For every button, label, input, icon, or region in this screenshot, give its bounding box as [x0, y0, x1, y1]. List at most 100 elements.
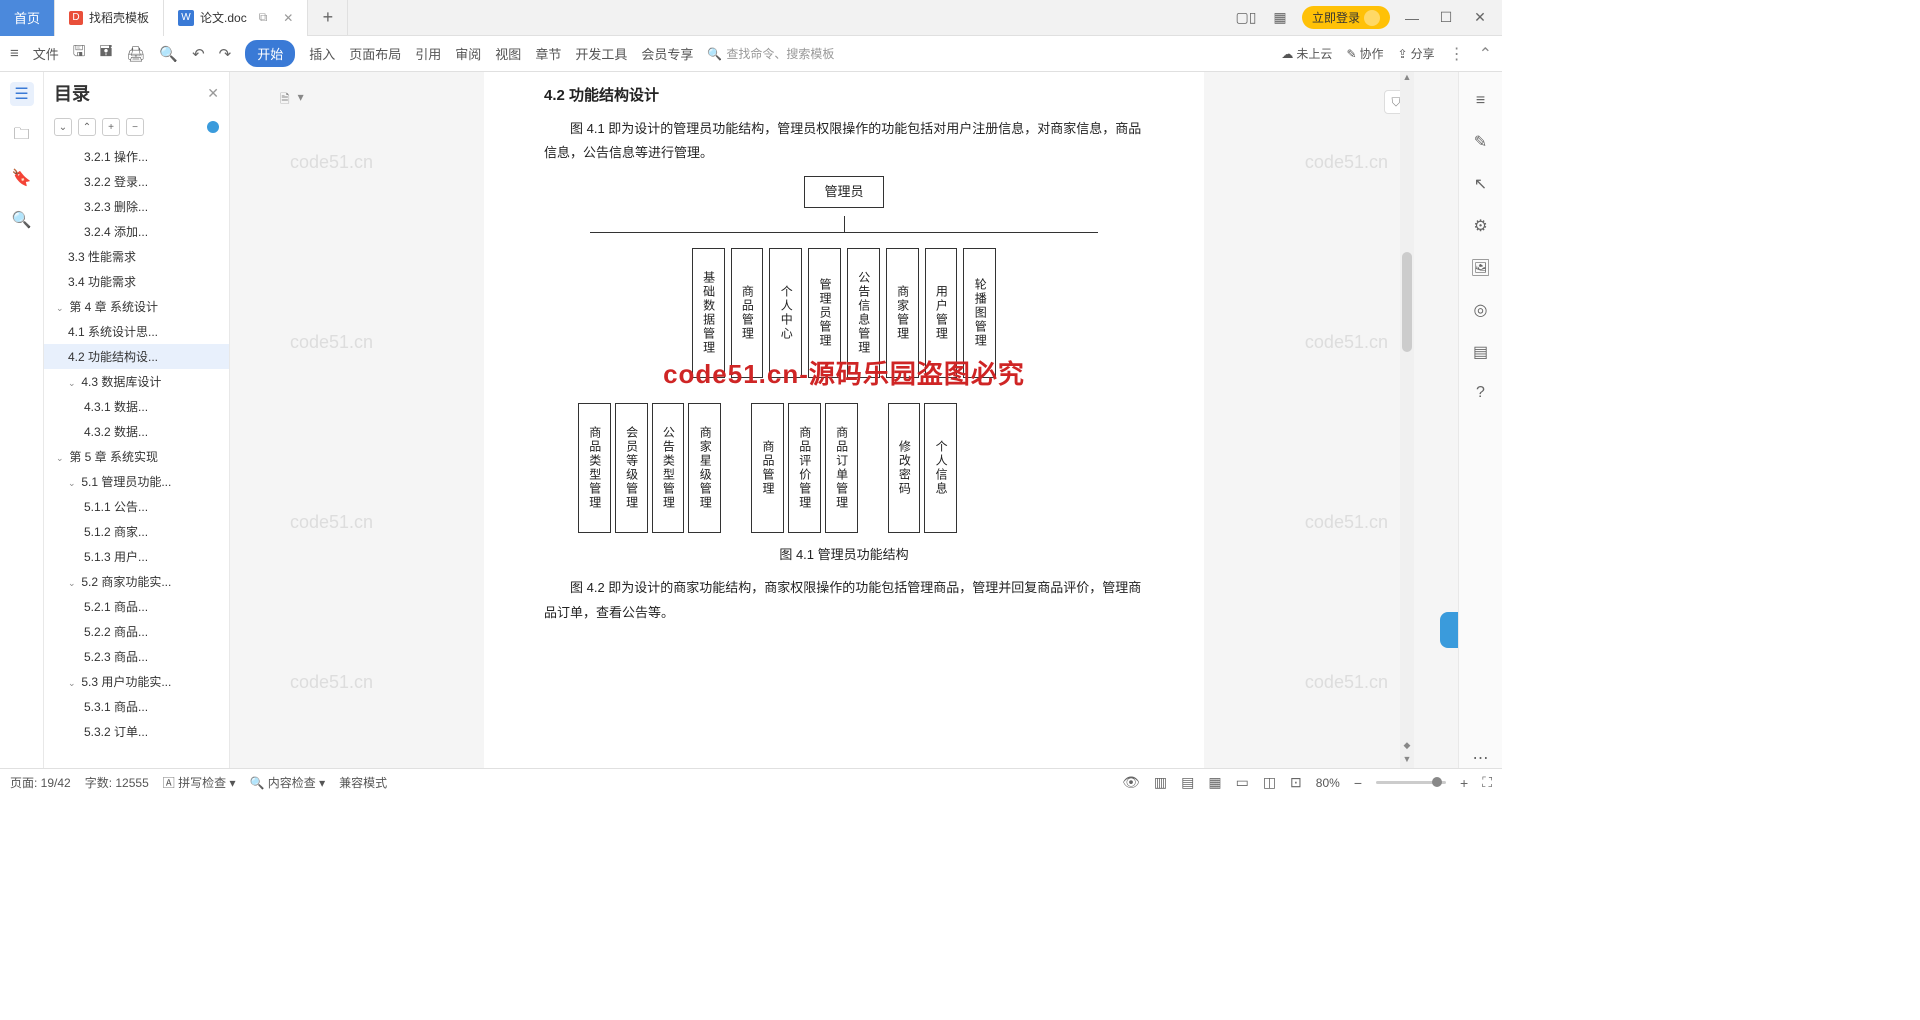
- outline-list[interactable]: 3.2.1 操作...3.2.2 登录...3.2.3 删除...3.2.4 添…: [44, 144, 229, 768]
- level-plus-icon[interactable]: +: [102, 118, 120, 136]
- outline-rail-icon[interactable]: ☰: [10, 82, 34, 106]
- outline-item[interactable]: ⌄ 第 5 章 系统实现: [44, 444, 229, 469]
- scrollbar-thumb[interactable]: [1402, 252, 1412, 352]
- outline-item[interactable]: ⌄ 5.3 用户功能实...: [44, 669, 229, 694]
- redo-icon[interactable]: ↷: [219, 45, 232, 63]
- outline-item[interactable]: ⌄ 4.3 数据库设计: [44, 369, 229, 394]
- search-rail-icon[interactable]: 🔍: [10, 208, 34, 232]
- hamburger-icon[interactable]: ≡: [10, 45, 19, 62]
- outline-close-icon[interactable]: ✕: [207, 85, 219, 102]
- scroll-down-icon[interactable]: ▼: [1400, 754, 1414, 768]
- scroll-mark-icon[interactable]: ◆: [1400, 740, 1414, 754]
- compass-icon[interactable]: ◎: [1474, 300, 1488, 320]
- split-icon[interactable]: ◫: [1263, 774, 1276, 791]
- help-icon[interactable]: ?: [1476, 384, 1485, 402]
- undo-icon[interactable]: ↶: [192, 45, 205, 63]
- outline-item[interactable]: 3.4 功能需求: [44, 269, 229, 294]
- print-icon[interactable]: 🖨: [126, 45, 145, 63]
- outline-item[interactable]: 4.1 系统设计思...: [44, 319, 229, 344]
- image-tool-icon[interactable]: 🖼: [1470, 258, 1490, 278]
- menu-chapter[interactable]: 章节: [535, 44, 561, 63]
- cursor-icon[interactable]: ↖: [1474, 174, 1487, 194]
- save-icon[interactable]: 🖫: [73, 41, 86, 66]
- tab-document[interactable]: W 论文.doc ⧉ ✕: [164, 0, 308, 36]
- view-outline-icon[interactable]: ▦: [1208, 774, 1221, 791]
- fullscreen-icon[interactable]: ⛶: [1482, 774, 1492, 791]
- apps-icon[interactable]: ▦: [1268, 6, 1292, 30]
- menu-review[interactable]: 审阅: [455, 44, 481, 63]
- bookmark-rail-icon[interactable]: 🔖: [10, 166, 34, 190]
- menu-toggle-icon[interactable]: ≡: [1476, 92, 1485, 110]
- close-icon[interactable]: ✕: [283, 11, 293, 25]
- tab-templates[interactable]: D找稻壳模板: [55, 0, 164, 36]
- layout-icon[interactable]: ▢▯: [1234, 6, 1258, 30]
- outline-item[interactable]: 3.2.2 登录...: [44, 169, 229, 194]
- outline-item[interactable]: 3.3 性能需求: [44, 244, 229, 269]
- menu-layout[interactable]: 页面布局: [349, 44, 401, 63]
- zoom-level[interactable]: 80%: [1316, 776, 1340, 790]
- outline-item[interactable]: 5.2.3 商品...: [44, 644, 229, 669]
- outline-item[interactable]: ⌄ 第 4 章 系统设计: [44, 294, 229, 319]
- outline-item[interactable]: 3.2.3 删除...: [44, 194, 229, 219]
- collapse-ribbon-icon[interactable]: ⌃: [1479, 44, 1492, 64]
- saveas-icon[interactable]: 🖬: [100, 41, 113, 66]
- zoom-slider[interactable]: [1376, 781, 1446, 784]
- zoom-out-icon[interactable]: −: [1354, 775, 1362, 791]
- outline-item[interactable]: 5.1.2 商家...: [44, 519, 229, 544]
- share-button[interactable]: ⇪ 分享: [1398, 45, 1435, 62]
- outline-item[interactable]: 5.2.1 商品...: [44, 594, 229, 619]
- zoom-fit-icon[interactable]: ⊡: [1290, 774, 1302, 791]
- content-check-button[interactable]: 🔍 内容检查 ▾: [249, 774, 325, 791]
- outline-item[interactable]: 5.3.1 商品...: [44, 694, 229, 719]
- word-count[interactable]: 字数: 12555: [85, 774, 149, 791]
- menu-view[interactable]: 视图: [495, 44, 521, 63]
- detach-icon[interactable]: ⧉: [259, 10, 268, 25]
- view-print-icon[interactable]: ▥: [1154, 774, 1167, 791]
- menu-vip[interactable]: 会员专享: [641, 44, 693, 63]
- menu-start[interactable]: 开始: [245, 40, 295, 67]
- book-icon[interactable]: ▤: [1473, 342, 1488, 362]
- outline-item[interactable]: 4.3.2 数据...: [44, 419, 229, 444]
- outline-item[interactable]: 5.2.2 商品...: [44, 619, 229, 644]
- chevron-down-icon[interactable]: ▾: [298, 90, 304, 111]
- clipboard-rail-icon[interactable]: 🗀: [10, 124, 34, 148]
- maximize-button[interactable]: ☐: [1434, 6, 1458, 30]
- command-search[interactable]: 🔍 查找命令、搜索模板: [707, 45, 834, 62]
- menu-ref[interactable]: 引用: [415, 44, 441, 63]
- scroll-up-icon[interactable]: ▲: [1400, 72, 1414, 86]
- outline-item[interactable]: 5.1.1 公告...: [44, 494, 229, 519]
- vertical-scrollbar[interactable]: ▲ ◆ ▼: [1400, 72, 1414, 768]
- readmode-icon[interactable]: 👁: [1122, 774, 1140, 791]
- menu-insert[interactable]: 插入: [309, 44, 335, 63]
- page-indicator[interactable]: 页面: 19/42: [10, 774, 71, 791]
- tab-new[interactable]: +: [308, 0, 348, 36]
- spellcheck-button[interactable]: 🄰 拼写检查 ▾: [163, 774, 236, 791]
- outline-item[interactable]: ⌄ 5.2 商家功能实...: [44, 569, 229, 594]
- more-tools-icon[interactable]: ⋯: [1473, 748, 1489, 768]
- preview-icon[interactable]: 🔍: [159, 45, 178, 63]
- collapse-all-icon[interactable]: ⌄: [54, 118, 72, 136]
- tab-home[interactable]: 首页: [0, 0, 55, 36]
- page-icon[interactable]: 🗎: [280, 90, 290, 111]
- zoom-in-icon[interactable]: +: [1460, 775, 1468, 791]
- outline-item[interactable]: 5.3.2 订单...: [44, 719, 229, 744]
- outline-item[interactable]: ⌄ 5.1 管理员功能...: [44, 469, 229, 494]
- outline-item[interactable]: 4.2 功能结构设...: [44, 344, 229, 369]
- close-button[interactable]: ✕: [1468, 6, 1492, 30]
- expand-all-icon[interactable]: ⌃: [78, 118, 96, 136]
- settings-icon[interactable]: ⚙: [1473, 216, 1487, 236]
- login-button[interactable]: 立即登录: [1302, 6, 1390, 29]
- sync-indicator-icon[interactable]: [207, 121, 219, 133]
- level-minus-icon[interactable]: −: [126, 118, 144, 136]
- more-icon[interactable]: ⋮: [1449, 44, 1465, 64]
- side-badge[interactable]: [1440, 612, 1458, 648]
- outline-item[interactable]: 3.2.1 操作...: [44, 144, 229, 169]
- minimize-button[interactable]: —: [1400, 6, 1424, 30]
- collab-button[interactable]: ✎ 协作: [1346, 45, 1383, 62]
- outline-item[interactable]: 4.3.1 数据...: [44, 394, 229, 419]
- view-draft-icon[interactable]: ▭: [1236, 774, 1249, 791]
- menu-dev[interactable]: 开发工具: [575, 44, 627, 63]
- view-web-icon[interactable]: ▤: [1181, 774, 1194, 791]
- outline-item[interactable]: 5.1.3 用户...: [44, 544, 229, 569]
- menu-file[interactable]: 文件: [33, 44, 59, 63]
